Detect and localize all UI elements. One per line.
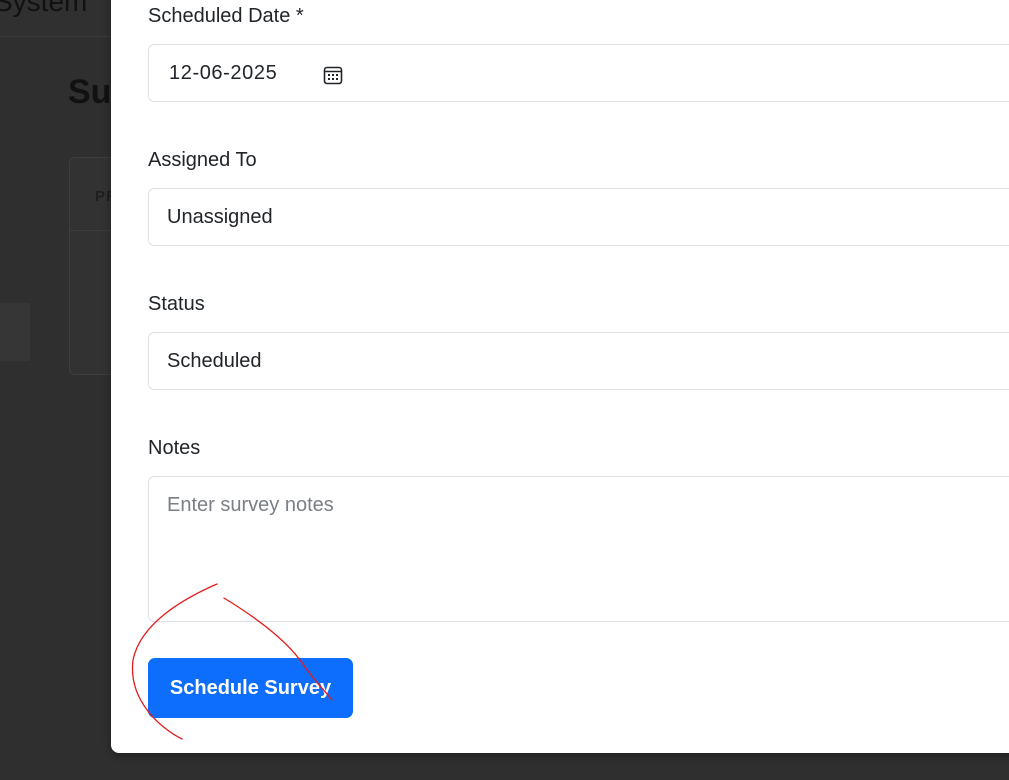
scheduled-date-label: Scheduled Date * (148, 5, 304, 27)
calendar-icon[interactable] (323, 65, 343, 85)
schedule-survey-modal: Scheduled Date * 12-06-2025 Assigned To … (111, 0, 1009, 753)
app-title: System (0, 0, 88, 17)
scheduled-date-input[interactable]: 12-06-2025 (148, 44, 1009, 102)
notes-label: Notes (148, 437, 201, 459)
assigned-to-value: Unassigned (167, 206, 273, 228)
scheduled-date-value: 12-06-2025 (169, 62, 278, 84)
assigned-to-select[interactable]: Unassigned (148, 188, 1009, 246)
assigned-to-label: Assigned To (148, 149, 257, 171)
notes-placeholder: Enter survey notes (167, 494, 334, 516)
sidebar-stub (0, 303, 30, 361)
schedule-survey-button[interactable]: Schedule Survey (148, 658, 353, 718)
status-select[interactable]: Scheduled (148, 332, 1009, 390)
notes-textarea[interactable]: Enter survey notes (148, 476, 1009, 622)
page-title: Su (68, 73, 112, 111)
status-value: Scheduled (167, 350, 262, 372)
status-label: Status (148, 293, 205, 315)
